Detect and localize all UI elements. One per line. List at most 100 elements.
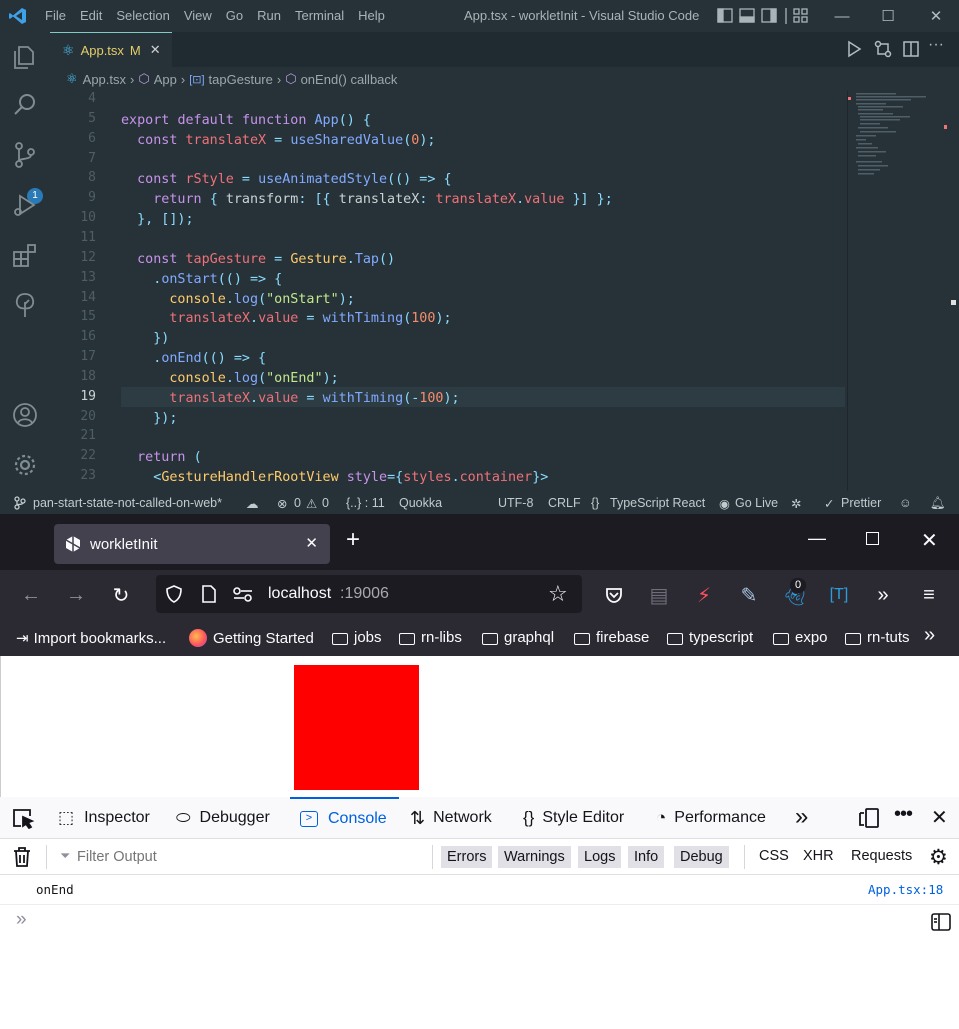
code-line[interactable]: translateX.value = withTiming(100); xyxy=(121,309,451,329)
menu-go[interactable]: Go xyxy=(226,8,243,23)
filter-requests-button[interactable]: Requests xyxy=(851,848,912,864)
branch-name[interactable]: pan-start-state-not-called-on-web* xyxy=(33,496,222,510)
eol-status[interactable]: CRLF xyxy=(548,496,581,510)
console-input-area[interactable]: » xyxy=(0,905,959,1029)
menu-help[interactable]: Help xyxy=(358,8,385,23)
responsive-design-icon[interactable] xyxy=(858,807,880,832)
pocket-icon[interactable] xyxy=(599,580,629,610)
encoding-status[interactable]: UTF-8 xyxy=(498,496,533,510)
more-actions-icon[interactable]: ··· xyxy=(928,36,944,54)
menu-view[interactable]: View xyxy=(184,8,212,23)
more-options-icon[interactable]: ••• xyxy=(894,803,913,826)
lightning-extension-icon[interactable]: ⚡ xyxy=(689,580,719,610)
code-line[interactable]: }) xyxy=(121,329,169,349)
bookmark-import[interactable]: ⇥ Import bookmarks... xyxy=(16,629,166,648)
filter-css-button[interactable]: CSS xyxy=(759,848,789,864)
run-debug-icon[interactable] xyxy=(10,190,40,220)
console-message-source-link[interactable]: App.tsx:18 xyxy=(868,882,943,897)
element-picker-icon[interactable] xyxy=(11,807,35,832)
prettier-status[interactable]: Prettier xyxy=(841,496,881,510)
url-bar[interactable]: localhost :19006 ☆ xyxy=(156,575,582,613)
bookmark-star-icon[interactable]: ☆ xyxy=(548,581,568,607)
menu-edit[interactable]: Edit xyxy=(80,8,102,23)
reload-icon[interactable]: ↻ xyxy=(106,580,136,610)
run-file-icon[interactable] xyxy=(846,40,862,61)
translate-extension-icon[interactable]: [T] xyxy=(824,580,854,610)
code-line[interactable]: <GestureHandlerRootView style={styles.co… xyxy=(121,468,548,488)
sync-cloud-icon[interactable]: ☁ xyxy=(246,496,259,511)
bug-gear-icon[interactable]: ✲ xyxy=(791,496,801,511)
tab-close-icon[interactable]: ✕ xyxy=(150,42,161,58)
more-tabs-chevron-icon[interactable]: » xyxy=(795,803,808,831)
warning-count[interactable]: 0 xyxy=(322,496,329,510)
editor-mode-icon[interactable] xyxy=(931,913,951,934)
code-line[interactable]: const translateX = useSharedValue(0); xyxy=(121,131,435,151)
breadcrumb-callback[interactable]: onEnd() callback xyxy=(301,72,398,87)
notifications-bell-icon[interactable]: 🔔︎ xyxy=(930,496,946,511)
language-mode[interactable]: TypeScript React xyxy=(610,496,705,510)
close-devtools-icon[interactable]: ✕ xyxy=(931,805,948,830)
bookmark-getting-started[interactable]: Getting Started xyxy=(189,629,314,647)
menu-selection[interactable]: Selection xyxy=(116,8,169,23)
bookmark-folder-typescript[interactable]: typescript xyxy=(667,629,753,646)
close-button[interactable]: ✕ xyxy=(921,528,938,553)
tab-style-editor[interactable]: {} Style Editor xyxy=(523,797,624,839)
browser-tab[interactable]: workletInit ✕ xyxy=(54,524,330,564)
menu-terminal[interactable]: Terminal xyxy=(295,8,344,23)
remote-tree-icon[interactable] xyxy=(10,290,40,320)
code-line[interactable]: .onEnd(() => { xyxy=(121,349,266,369)
source-control-icon[interactable] xyxy=(10,140,40,170)
bookmark-folder-rn-tuts[interactable]: rn-tuts xyxy=(845,629,910,646)
permissions-icon[interactable] xyxy=(232,584,254,609)
filter-output-input[interactable] xyxy=(77,846,417,868)
more-tools-chevron-icon[interactable]: » xyxy=(868,580,898,610)
menu-file[interactable]: File xyxy=(45,8,66,23)
open-changes-icon[interactable] xyxy=(874,40,892,61)
code-line[interactable]: .onStart(() => { xyxy=(121,270,282,290)
minimize-button[interactable]: — xyxy=(808,528,826,549)
code-line[interactable]: }, []); xyxy=(121,210,193,230)
filter-warnings-button[interactable]: Warnings xyxy=(498,846,571,868)
split-editor-icon[interactable] xyxy=(902,40,920,61)
tab-close-icon[interactable]: ✕ xyxy=(305,534,318,552)
minimize-button[interactable]: — xyxy=(819,0,865,32)
tab-performance[interactable]: ◔ Performance xyxy=(656,797,766,839)
code-line[interactable]: return ( xyxy=(121,448,202,468)
maximize-button[interactable] xyxy=(866,532,879,545)
tab-inspector[interactable]: ⬚ Inspector xyxy=(58,797,150,839)
code-line[interactable]: console.log("onStart"); xyxy=(121,290,354,310)
breadcrumb-function[interactable]: App xyxy=(154,72,177,87)
filter-logs-button[interactable]: Logs xyxy=(578,846,622,868)
code-line[interactable]: const tapGesture = Gesture.Tap() xyxy=(121,250,395,270)
bookmark-folder-expo[interactable]: expo xyxy=(773,629,828,646)
animated-red-box[interactable] xyxy=(294,665,419,790)
error-count[interactable]: 0 xyxy=(294,496,301,510)
breadcrumb-file[interactable]: App.tsx xyxy=(83,72,126,87)
tab-debugger[interactable]: ⬭ Debugger xyxy=(176,797,270,839)
layout-toggle-icons[interactable] xyxy=(716,7,810,25)
search-icon[interactable] xyxy=(10,90,40,120)
bookmark-folder-jobs[interactable]: jobs xyxy=(332,629,382,646)
back-arrow-icon[interactable]: ← xyxy=(16,580,46,610)
forward-arrow-icon[interactable]: → xyxy=(61,580,91,610)
console-settings-gear-icon[interactable]: ⚙ xyxy=(929,845,948,870)
tab-console[interactable]: > Console xyxy=(290,797,399,839)
code-line[interactable]: translateX.value = withTiming(-100); xyxy=(121,389,459,409)
code-editor[interactable]: export default function App() { const tr… xyxy=(121,91,845,491)
shield-icon[interactable] xyxy=(164,584,184,609)
breadcrumb-variable[interactable]: tapGesture xyxy=(209,72,273,87)
tab-app-tsx[interactable]: ⚛ App.tsx M ✕ xyxy=(50,32,172,67)
code-line[interactable]: const rStyle = useAnimatedStyle(() => { xyxy=(121,170,451,190)
pen-extension-icon[interactable]: ✎ xyxy=(734,580,764,610)
hamburger-menu-icon[interactable]: ≡ xyxy=(914,580,944,610)
extension-disabled-icon[interactable]: ▤ xyxy=(644,580,674,610)
page-icon[interactable] xyxy=(201,584,217,609)
minimap[interactable] xyxy=(847,91,947,491)
filter-errors-button[interactable]: Errors xyxy=(441,846,493,868)
filter-xhr-button[interactable]: XHR xyxy=(803,848,834,864)
tab-network[interactable]: ⇅ Network xyxy=(410,797,492,839)
trash-icon[interactable] xyxy=(12,846,32,871)
menu-run[interactable]: Run xyxy=(257,8,281,23)
new-tab-plus-icon[interactable]: + xyxy=(346,528,360,552)
code-line[interactable]: }); xyxy=(121,409,177,429)
